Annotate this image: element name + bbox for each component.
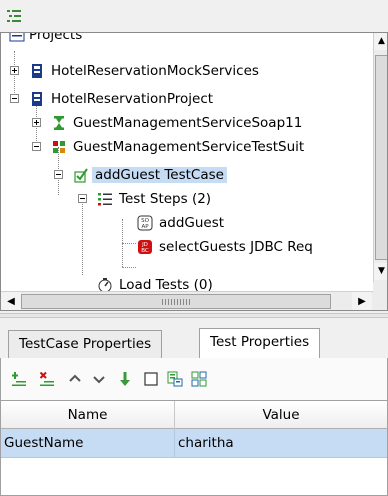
remove-property-icon[interactable] xyxy=(39,371,55,387)
tree-node-label: selectGuests JDBC Req xyxy=(159,239,313,255)
properties-table: Name Value GuestName charitha xyxy=(0,400,388,496)
scroll-right-arrow-icon[interactable]: ▶ xyxy=(352,292,372,310)
jdbc-request-icon: JD BC xyxy=(138,240,152,254)
move-down-icon[interactable] xyxy=(91,371,107,387)
tree-node-label: addGuest TestCase xyxy=(92,167,227,183)
property-value-cell[interactable]: charitha xyxy=(175,429,387,458)
expand-toggle[interactable] xyxy=(32,118,41,127)
tree-node-test-steps[interactable]: Test Steps (2) xyxy=(77,187,211,211)
tree-node-soap-step[interactable]: SO AP addGuest xyxy=(137,211,224,235)
split-pane-divider[interactable] xyxy=(0,313,388,318)
teststeps-list-icon xyxy=(98,193,112,206)
collapse-toggle[interactable] xyxy=(54,170,63,179)
load-properties-icon[interactable] xyxy=(117,371,133,387)
scrollbar-corner xyxy=(373,282,387,310)
tree-connector xyxy=(122,243,136,244)
scroll-up-arrow-icon[interactable]: ▲ xyxy=(374,33,387,50)
tab-testcase-properties[interactable]: TestCase Properties xyxy=(8,330,163,358)
tree-node-hotel-project[interactable]: HotelReservationProject xyxy=(9,87,369,111)
scroll-left-arrow-icon[interactable]: ◀ xyxy=(1,292,21,310)
column-header-value[interactable]: Value xyxy=(175,401,387,429)
top-toolbar xyxy=(0,0,388,32)
scroll-grip-icon xyxy=(162,299,192,305)
tree-node-label: HotelReservationMockServices xyxy=(51,63,259,79)
tree-node-jdbc-step[interactable]: JD BC selectGuests JDBC Req xyxy=(137,235,373,259)
move-up-icon[interactable] xyxy=(67,371,83,387)
vertical-scroll-thumb[interactable] xyxy=(375,55,387,260)
tree-node-mock-services[interactable]: HotelReservationMockServices xyxy=(9,59,369,83)
scroll-down-arrow-icon[interactable]: ▼ xyxy=(374,263,387,280)
property-name-cell[interactable]: GuestName xyxy=(1,429,175,458)
blank-checkbox-icon[interactable] xyxy=(143,371,159,387)
tree-node-label: addGuest xyxy=(159,215,225,231)
properties-toolbar xyxy=(0,358,388,400)
tree-node-label: GuestManagementServiceSoap11 xyxy=(73,115,303,131)
horizontal-scroll-thumb[interactable] xyxy=(21,294,331,309)
save-properties-icon[interactable] xyxy=(167,371,183,387)
project-icon xyxy=(32,64,42,78)
project-tree[interactable]: Projects HotelReservationMockServices Ho… xyxy=(0,32,388,311)
collapse-toggle[interactable] xyxy=(78,194,87,203)
soap-request-icon: SO AP xyxy=(137,215,153,231)
svg-text:BC: BC xyxy=(141,248,149,254)
tree-node-label: HotelReservationProject xyxy=(51,91,214,107)
svg-text:AP: AP xyxy=(141,224,149,230)
column-header-name[interactable]: Name xyxy=(1,401,175,429)
tree-node-label: Test Steps (2) xyxy=(119,191,212,207)
collapse-toggle[interactable] xyxy=(32,142,41,151)
tree-connector xyxy=(122,267,136,268)
add-property-icon[interactable] xyxy=(11,371,27,387)
tab-test-properties[interactable]: Test Properties xyxy=(199,328,321,359)
tree-node-test-suite[interactable]: GuestManagementServiceTestSuit xyxy=(31,135,371,159)
expand-toggle[interactable] xyxy=(10,66,19,75)
tree-node-test-case[interactable]: addGuest TestCase xyxy=(53,163,227,187)
projects-icon xyxy=(9,33,25,42)
properties-tabs: TestCase Properties Test Properties xyxy=(0,320,388,359)
testcase-check-icon xyxy=(74,168,88,183)
tree-node-projects[interactable]: Projects xyxy=(9,32,83,47)
tree-node-soap-interface[interactable]: GuestManagementServiceSoap11 xyxy=(31,111,371,135)
tree-view-icon[interactable] xyxy=(6,8,22,24)
collapse-toggle[interactable] xyxy=(10,94,19,103)
project-icon xyxy=(32,92,42,106)
sort-properties-icon[interactable] xyxy=(191,371,207,387)
table-header: Name Value xyxy=(1,401,387,429)
testsuite-icon xyxy=(53,141,65,153)
tree-horizontal-scrollbar[interactable]: ◀ ▶ xyxy=(1,291,373,310)
tree-node-label: GuestManagementServiceTestSuit xyxy=(73,139,305,155)
interface-icon xyxy=(54,116,64,130)
tree-vertical-scrollbar[interactable]: ▲ ▼ xyxy=(373,33,387,282)
tree-node-label: Projects xyxy=(29,32,83,43)
table-row[interactable]: GuestName charitha xyxy=(1,429,387,458)
